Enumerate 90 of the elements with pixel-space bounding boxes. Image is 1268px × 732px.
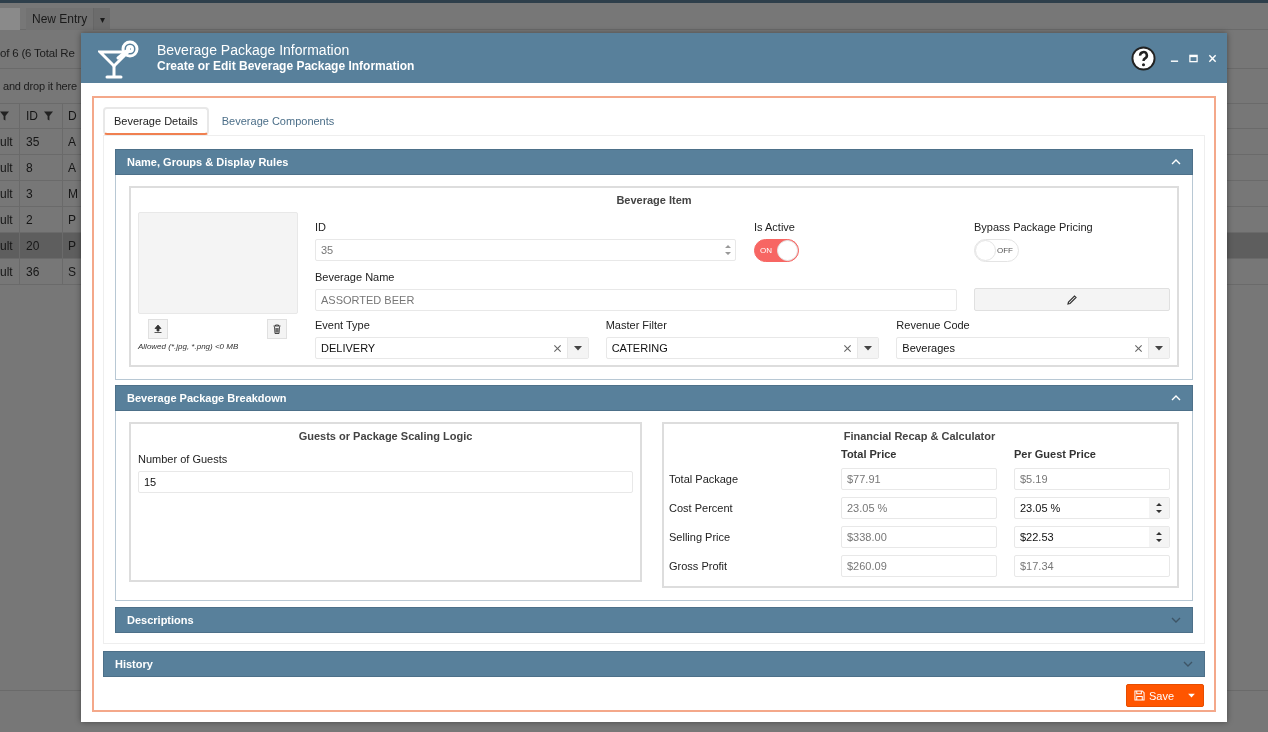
- per-guest-field[interactable]: 23.05 %: [1014, 496, 1170, 519]
- table-cell: ult: [0, 212, 13, 227]
- group-hint: and drop it here: [3, 80, 77, 92]
- table-cell: A: [68, 134, 76, 149]
- toggle-switch[interactable]: OFF: [974, 239, 1019, 262]
- spinner-arrows-icon[interactable]: [1155, 529, 1163, 544]
- column-header[interactable]: ID: [26, 109, 38, 123]
- maximize-icon[interactable]: [1189, 53, 1198, 63]
- table-cell: A: [68, 160, 76, 175]
- panel-title: Guests or Package Scaling Logic: [298, 430, 473, 442]
- dialog-subtitle: Create or Edit Beverage Package Information: [157, 58, 416, 74]
- per-guest-field[interactable]: $22.53: [1014, 525, 1170, 548]
- section-title: Name, Groups & Display Rules: [127, 156, 289, 168]
- per-guest-field[interactable]: $5.19: [1014, 467, 1170, 490]
- total-price-field[interactable]: $260.09: [841, 554, 997, 577]
- upload-icon: [153, 324, 163, 334]
- table-cell: 36: [26, 264, 40, 279]
- table-cell: P: [68, 238, 76, 253]
- delete-button[interactable]: [267, 319, 287, 339]
- clear-icon[interactable]: [552, 343, 562, 353]
- spinner-arrows-icon[interactable]: [1155, 500, 1163, 515]
- trash-icon: [272, 324, 282, 334]
- caret-icon: [1188, 693, 1195, 698]
- field-label: ID: [315, 220, 327, 234]
- dropdown-field[interactable]: CATERING: [605, 337, 880, 359]
- tab[interactable]: Beverage Details: [103, 107, 209, 135]
- section-title: Descriptions: [127, 614, 194, 626]
- section-title: History: [115, 658, 153, 670]
- clear-icon[interactable]: [1134, 343, 1143, 353]
- dialog-title: Beverage Package Information: [157, 42, 351, 58]
- caret-icon[interactable]: [573, 345, 582, 351]
- section-header[interactable]: Name, Groups & Display Rules: [115, 149, 1193, 175]
- dropdown-field[interactable]: DELIVERY: [315, 337, 589, 359]
- image-hint: Allowed (*.jpg, *.png) <0 MB: [138, 342, 240, 351]
- new-entry-button[interactable]: New Entry: [26, 8, 94, 30]
- field-label: Number of Guests: [138, 452, 229, 466]
- table-cell: 3: [26, 186, 33, 201]
- tab[interactable]: Beverage Components: [212, 107, 344, 135]
- table-cell: 20: [26, 238, 40, 253]
- table-cell: P: [68, 212, 76, 227]
- field-label: Beverage Name: [315, 270, 396, 284]
- column-header: Per Guest Price: [1014, 448, 1096, 460]
- field-label: Is Active: [754, 220, 796, 234]
- table-cell: 35: [26, 134, 40, 149]
- caret-icon[interactable]: [1155, 345, 1163, 351]
- table-cell: ult: [0, 186, 13, 201]
- table-cell: S: [68, 264, 76, 279]
- table-cell: 8: [26, 160, 33, 175]
- section-header[interactable]: Descriptions: [115, 607, 1193, 633]
- per-guest-field[interactable]: $17.34: [1014, 554, 1170, 577]
- total-price-field[interactable]: 23.05 %: [841, 496, 997, 519]
- table-cell: M: [68, 186, 78, 201]
- beverage-name-field[interactable]: ASSORTED BEER: [315, 289, 957, 311]
- row-label: Cost Percent: [669, 501, 733, 514]
- id-field[interactable]: 35: [315, 239, 736, 261]
- table-cell: 2: [26, 212, 33, 227]
- row-label: Total Package: [669, 472, 739, 485]
- field-label: Bypass Package Pricing: [974, 220, 1094, 234]
- close-icon[interactable]: [1208, 53, 1217, 63]
- table-cell: ult: [0, 134, 13, 149]
- filter-icon[interactable]: [44, 111, 53, 121]
- panel-title: Beverage Item: [616, 194, 692, 206]
- field-label: Master Filter: [605, 318, 668, 332]
- field-label: Revenue Code: [896, 318, 971, 332]
- total-price-field[interactable]: $77.91: [841, 467, 997, 490]
- column-header: Total Price: [841, 448, 897, 460]
- new-entry-menu-button[interactable]: ▾: [93, 8, 111, 30]
- save-button[interactable]: Save: [1125, 684, 1204, 707]
- table-cell: ult: [0, 238, 13, 253]
- section-title: Beverage Package Breakdown: [127, 392, 287, 404]
- upload-button[interactable]: [148, 319, 168, 339]
- pencil-icon: [1066, 293, 1078, 306]
- dropdown-field[interactable]: Beverages: [896, 337, 1170, 359]
- toggle-switch[interactable]: ON: [754, 239, 799, 262]
- caret-icon[interactable]: [864, 345, 873, 351]
- row-label: Gross Profit: [669, 559, 728, 572]
- guests-field[interactable]: 15: [138, 471, 633, 493]
- panel-title: Financial Recap & Calculator: [843, 430, 996, 442]
- filter-icon[interactable]: [0, 111, 9, 121]
- section-header[interactable]: Beverage Package Breakdown: [115, 385, 1193, 411]
- column-header[interactable]: D: [68, 109, 77, 123]
- help-icon[interactable]: [1131, 45, 1156, 71]
- section-header[interactable]: History: [103, 651, 1205, 677]
- field-label: Event Type: [315, 318, 371, 332]
- table-cell: ult: [0, 264, 13, 279]
- pager-text: of 6 (6 Total Re: [0, 47, 75, 59]
- clear-icon[interactable]: [843, 343, 853, 353]
- table-cell: ult: [0, 160, 13, 175]
- total-price-field[interactable]: $338.00: [841, 525, 997, 548]
- row-label: Selling Price: [669, 530, 731, 543]
